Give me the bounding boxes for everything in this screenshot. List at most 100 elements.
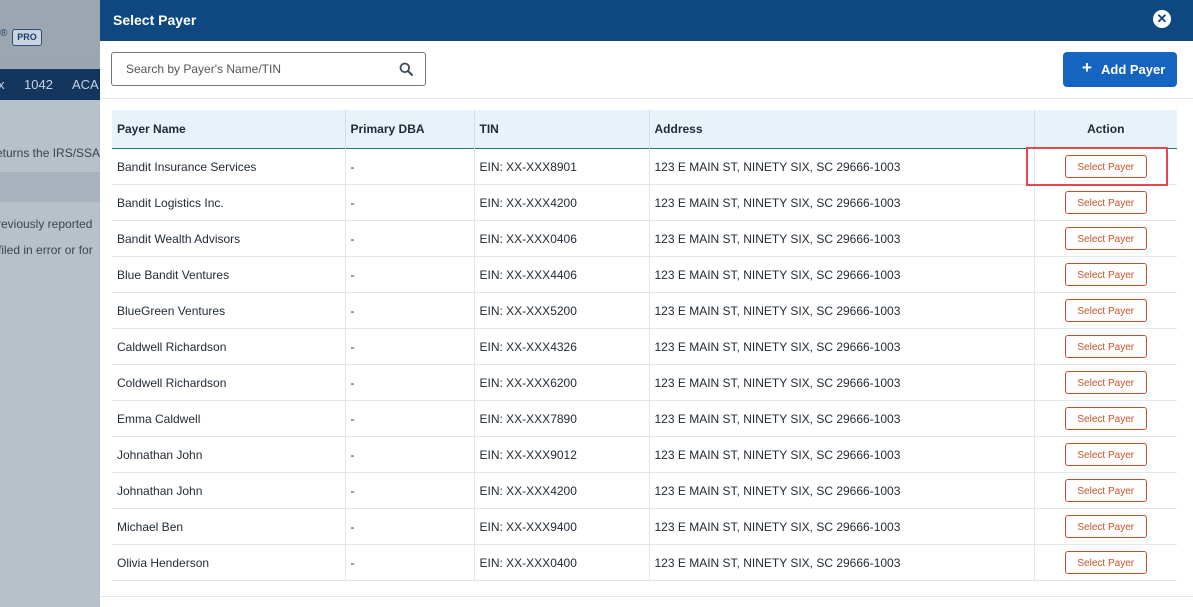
select-payer-modal: Select Payer ✕ + Add Payer Payer Name Pr…: [100, 0, 1193, 607]
payer-name-cell: Olivia Henderson: [112, 544, 346, 581]
select-payer-button[interactable]: Select Payer: [1064, 479, 1147, 502]
action-cell: Select Payer: [1034, 220, 1177, 257]
table-row: Johnathan John - EIN: XX-XXX4200 123 E MAIN…: [112, 472, 1177, 509]
payer-name-cell: Bandit Insurance Services: [112, 148, 346, 185]
primary-dba-cell: -: [345, 400, 475, 437]
column-header-address[interactable]: Address: [649, 110, 1035, 149]
address-cell: 123 E MAIN ST, NINETY SIX, SC 29666-1003: [649, 364, 1035, 401]
select-payer-button[interactable]: Select Payer: [1064, 299, 1147, 322]
select-payer-button[interactable]: Select Payer: [1064, 263, 1147, 286]
primary-dba-cell: -: [345, 364, 475, 401]
payer-table: Payer Name Primary DBA TIN Address Actio…: [112, 110, 1177, 581]
action-cell: Select Payer: [1034, 184, 1177, 221]
primary-dba-cell: -: [345, 328, 475, 365]
background-app: ® PRO x 1042 ACA eturns the IRS/SSA revi…: [0, 0, 100, 607]
background-text: filed in error or for: [0, 243, 93, 257]
table-row: Blue Bandit Ventures - EIN: XX-XXX4406 123 …: [112, 256, 1177, 293]
column-header-primary-dba[interactable]: Primary DBA: [345, 110, 475, 149]
column-header-payer-name[interactable]: Payer Name: [112, 110, 346, 149]
address-cell: 123 E MAIN ST, NINETY SIX, SC 29666-1003: [649, 400, 1035, 437]
primary-dba-cell: -: [345, 292, 475, 329]
add-payer-button[interactable]: + Add Payer: [1063, 52, 1177, 87]
action-cell: Select Payer: [1034, 508, 1177, 545]
select-payer-button[interactable]: Select Payer: [1064, 227, 1147, 250]
background-band: [0, 172, 100, 202]
select-payer-button[interactable]: Select Payer: [1064, 155, 1147, 178]
payer-name-cell: Johnathan John: [112, 472, 346, 509]
action-cell: Select Payer: [1034, 256, 1177, 293]
address-cell: 123 E MAIN ST, NINETY SIX, SC 29666-1003: [649, 220, 1035, 257]
background-divider: [0, 60, 100, 61]
address-cell: 123 E MAIN ST, NINETY SIX, SC 29666-1003: [649, 292, 1035, 329]
table-row: BlueGreen Ventures - EIN: XX-XXX5200 123 E …: [112, 292, 1177, 329]
select-payer-button[interactable]: Select Payer: [1064, 551, 1147, 574]
modal-bottom-divider: [100, 596, 1193, 597]
action-cell: Select Payer: [1034, 436, 1177, 473]
add-payer-label: Add Payer: [1101, 62, 1166, 77]
table-header-row: Payer Name Primary DBA TIN Address Actio…: [112, 110, 1177, 149]
tin-cell: EIN: XX-XXX0406: [474, 220, 650, 257]
table-row: Michael Ben - EIN: XX-XXX9400 123 E MAIN ST…: [112, 508, 1177, 545]
table-body: Bandit Insurance Services - EIN: XX-XXX890…: [112, 148, 1177, 581]
modal-header: Select Payer ✕: [100, 0, 1193, 41]
select-payer-button[interactable]: Select Payer: [1064, 335, 1147, 358]
select-payer-button[interactable]: Select Payer: [1064, 371, 1147, 394]
action-cell: Select Payer: [1034, 364, 1177, 401]
payer-name-cell: Bandit Wealth Advisors: [112, 220, 346, 257]
address-cell: 123 E MAIN ST, NINETY SIX, SC 29666-1003: [649, 184, 1035, 221]
tin-cell: EIN: XX-XXX4200: [474, 184, 650, 221]
primary-dba-cell: -: [345, 544, 475, 581]
payer-name-cell: Johnathan John: [112, 436, 346, 473]
address-cell: 123 E MAIN ST, NINETY SIX, SC 29666-1003: [649, 256, 1035, 293]
search-input[interactable]: [126, 53, 386, 85]
nav-item-1042[interactable]: 1042: [24, 77, 53, 92]
table-row: Bandit Wealth Advisors - EIN: XX-XXX0406 12…: [112, 220, 1177, 257]
nav-item-aca[interactable]: ACA: [72, 77, 99, 92]
payer-name-cell: Coldwell Richardson: [112, 364, 346, 401]
tin-cell: EIN: XX-XXX7890: [474, 400, 650, 437]
search-icon[interactable]: [399, 62, 413, 76]
payer-name-cell: BlueGreen Ventures: [112, 292, 346, 329]
table-row: Olivia Henderson - EIN: XX-XXX0400 123 E MA…: [112, 544, 1177, 581]
tin-cell: EIN: XX-XXX0400: [474, 544, 650, 581]
primary-dba-cell: -: [345, 220, 475, 257]
close-icon[interactable]: ✕: [1153, 10, 1171, 28]
tin-cell: EIN: XX-XXX5200: [474, 292, 650, 329]
background-nav: x 1042 ACA: [0, 69, 100, 100]
primary-dba-cell: -: [345, 508, 475, 545]
primary-dba-cell: -: [345, 436, 475, 473]
address-cell: 123 E MAIN ST, NINETY SIX, SC 29666-1003: [649, 544, 1035, 581]
tin-cell: EIN: XX-XXX4326: [474, 328, 650, 365]
tin-cell: EIN: XX-XXX4200: [474, 472, 650, 509]
table-row: Bandit Insurance Services - EIN: XX-XXX890…: [112, 148, 1177, 185]
action-cell: Select Payer: [1034, 292, 1177, 329]
payer-name-cell: Caldwell Richardson: [112, 328, 346, 365]
tin-cell: EIN: XX-XXX8901: [474, 148, 650, 185]
tin-cell: EIN: XX-XXX4406: [474, 256, 650, 293]
payer-table-container: Payer Name Primary DBA TIN Address Actio…: [112, 110, 1177, 584]
plus-icon: +: [1082, 58, 1092, 77]
address-cell: 123 E MAIN ST, NINETY SIX, SC 29666-1003: [649, 328, 1035, 365]
table-row: Johnathan John - EIN: XX-XXX9012 123 E MAIN…: [112, 436, 1177, 473]
address-cell: 123 E MAIN ST, NINETY SIX, SC 29666-1003: [649, 472, 1035, 509]
select-payer-button[interactable]: Select Payer: [1064, 443, 1147, 466]
modal-title: Select Payer: [113, 12, 197, 28]
nav-item-tax[interactable]: x: [0, 77, 5, 92]
table-row: Caldwell Richardson - EIN: XX-XXX4326 123 E…: [112, 328, 1177, 365]
primary-dba-cell: -: [345, 256, 475, 293]
search-field[interactable]: [111, 52, 426, 86]
select-payer-button[interactable]: Select Payer: [1064, 407, 1147, 430]
action-cell: Select Payer: [1034, 148, 1177, 185]
primary-dba-cell: -: [345, 148, 475, 185]
address-cell: 123 E MAIN ST, NINETY SIX, SC 29666-1003: [649, 148, 1035, 185]
column-header-tin[interactable]: TIN: [474, 110, 650, 149]
address-cell: 123 E MAIN ST, NINETY SIX, SC 29666-1003: [649, 436, 1035, 473]
table-row: Bandit Logistics Inc. - EIN: XX-XXX4200 123…: [112, 184, 1177, 221]
table-row: Coldwell Richardson - EIN: XX-XXX6200 123 E…: [112, 364, 1177, 401]
address-cell: 123 E MAIN ST, NINETY SIX, SC 29666-1003: [649, 508, 1035, 545]
payer-name-cell: Bandit Logistics Inc.: [112, 184, 346, 221]
tin-cell: EIN: XX-XXX9400: [474, 508, 650, 545]
action-cell: Select Payer: [1034, 400, 1177, 437]
select-payer-button[interactable]: Select Payer: [1064, 191, 1147, 214]
select-payer-button[interactable]: Select Payer: [1064, 515, 1147, 538]
